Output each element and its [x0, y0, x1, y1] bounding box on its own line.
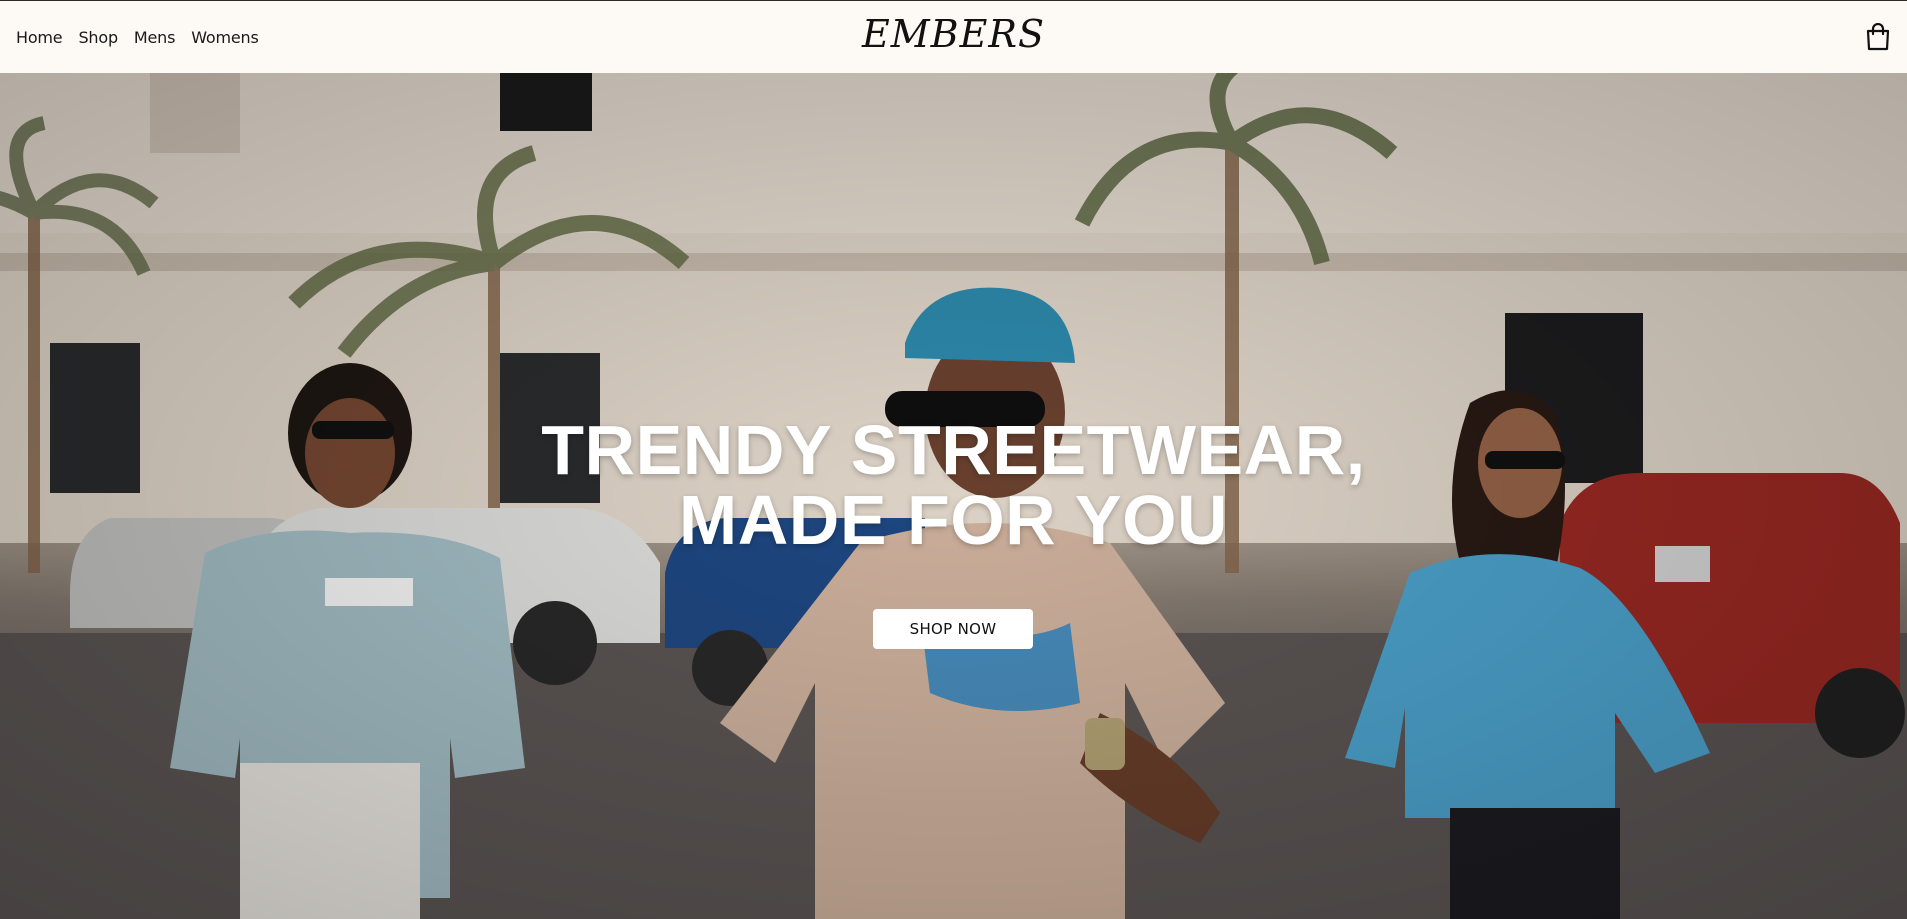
shopping-bag-icon [1866, 22, 1890, 51]
brand-logo-wrap: EMBERS [0, 12, 1907, 56]
main-nav: Home Shop Mens Womens [16, 1, 275, 74]
nav-link-home[interactable]: Home [16, 28, 63, 47]
hero-headline: TRENDY STREETWEAR, MADE FOR YOU [0, 415, 1907, 555]
brand-logo[interactable]: EMBERS [862, 12, 1045, 56]
site-header: Home Shop Mens Womens EMBERS [0, 0, 1907, 73]
hero-headline-line1: TRENDY STREETWEAR, [541, 411, 1366, 489]
hero-headline-line2: MADE FOR YOU [678, 481, 1229, 559]
shop-now-button[interactable]: SHOP NOW [873, 609, 1033, 649]
hero-section: TRENDY STREETWEAR, MADE FOR YOU SHOP NOW [0, 73, 1907, 919]
nav-link-mens[interactable]: Mens [134, 28, 176, 47]
nav-link-shop[interactable]: Shop [78, 28, 118, 47]
cart-button[interactable] [1865, 22, 1891, 51]
nav-link-womens[interactable]: Womens [191, 28, 259, 47]
